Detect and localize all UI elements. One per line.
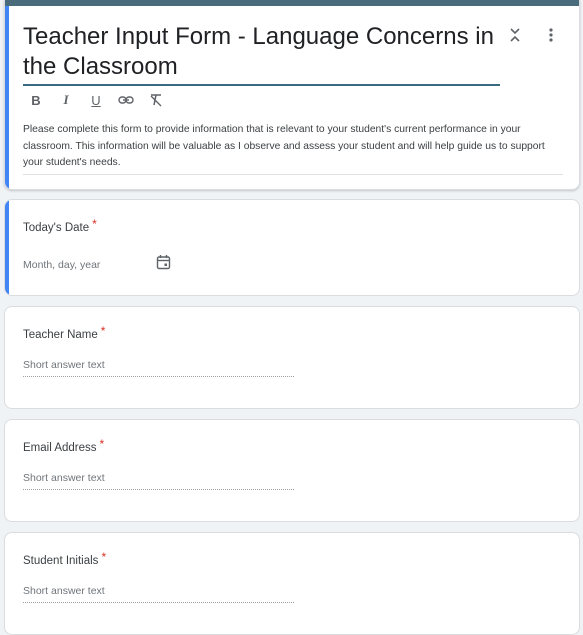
question-title: Teacher Name * bbox=[23, 324, 106, 341]
collapse-icon[interactable] bbox=[507, 24, 523, 46]
required-asterisk: * bbox=[99, 437, 105, 451]
date-input[interactable]: Month, day, year bbox=[23, 254, 171, 275]
question-card-teacher-name[interactable]: Teacher Name * Short answer text bbox=[4, 306, 580, 409]
formatting-toolbar: B I U bbox=[25, 90, 167, 110]
active-indicator bbox=[5, 6, 9, 189]
required-asterisk: * bbox=[101, 550, 107, 564]
date-placeholder: Month, day, year bbox=[23, 258, 101, 271]
active-indicator bbox=[5, 200, 9, 295]
question-title: Student Initials * bbox=[23, 550, 107, 567]
form-description-input[interactable]: Please complete this form to provide inf… bbox=[23, 122, 563, 175]
question-title: Today's Date * bbox=[23, 217, 97, 234]
question-card-date[interactable]: Today's Date * Month, day, year bbox=[4, 199, 580, 296]
theme-strip bbox=[5, 0, 579, 6]
calendar-icon[interactable] bbox=[156, 254, 171, 275]
question-card-student-initials[interactable]: Student Initials * Short answer text bbox=[4, 532, 580, 635]
short-answer-field: Short answer text bbox=[23, 472, 294, 490]
short-answer-field: Short answer text bbox=[23, 359, 294, 377]
question-title: Email Address * bbox=[23, 437, 105, 454]
more-options-icon[interactable] bbox=[543, 24, 559, 46]
clear-formatting-icon[interactable] bbox=[145, 90, 167, 110]
required-asterisk: * bbox=[92, 217, 97, 231]
bold-icon[interactable]: B bbox=[25, 90, 47, 110]
underline-icon[interactable]: U bbox=[85, 90, 107, 110]
italic-icon[interactable]: I bbox=[55, 90, 77, 110]
short-answer-field: Short answer text bbox=[23, 585, 294, 603]
required-asterisk: * bbox=[100, 324, 106, 338]
form-title-input[interactable]: Teacher Input Form - Language Concerns i… bbox=[23, 22, 500, 86]
question-card-email[interactable]: Email Address * Short answer text bbox=[4, 419, 580, 522]
link-icon[interactable] bbox=[115, 90, 137, 110]
form-header-card[interactable]: Teacher Input Form - Language Concerns i… bbox=[4, 0, 580, 190]
